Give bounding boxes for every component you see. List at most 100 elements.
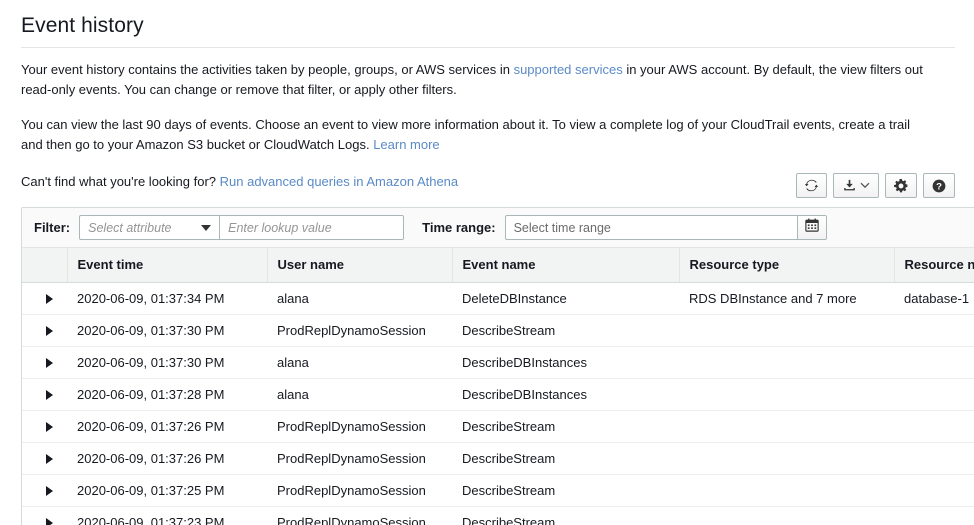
time-range-label: Time range:: [422, 220, 496, 235]
cell-event-name: DescribeStream: [452, 410, 679, 443]
cell-event-time: 2020-06-09, 01:37:30 PM: [67, 314, 267, 347]
download-button[interactable]: [833, 173, 879, 198]
cell-event-name: DescribeStream: [452, 442, 679, 475]
row-expand-cell[interactable]: [22, 314, 67, 347]
column-header-event-name[interactable]: Event name: [452, 248, 680, 283]
chevron-right-icon[interactable]: [46, 454, 53, 465]
supported-services-link[interactable]: supported services: [514, 62, 623, 77]
page-title: Event history: [21, 14, 144, 37]
cell-resource-name: [894, 410, 974, 443]
row-expand-cell[interactable]: [22, 378, 67, 411]
cell-resource-type: RDS DBInstance and 7 more: [679, 282, 894, 315]
row-expand-cell[interactable]: [22, 506, 67, 525]
cell-resource-name: [894, 378, 974, 411]
svg-text:?: ?: [936, 181, 942, 192]
column-header-resource-name[interactable]: Resource name: [894, 248, 974, 283]
cell-user-name: ProdReplDynamoSession: [267, 442, 452, 475]
table-row[interactable]: 2020-06-09, 01:37:26 PM ProdReplDynamoSes…: [22, 442, 974, 475]
cell-event-time: 2020-06-09, 01:37:26 PM: [67, 442, 267, 475]
lookup-value-input[interactable]: [219, 215, 405, 240]
cell-user-name: alana: [267, 346, 452, 379]
table-header-row: Event time User name Event name Resource…: [22, 248, 974, 283]
row-expand-cell[interactable]: [22, 346, 67, 379]
cell-user-name: ProdReplDynamoSession: [267, 474, 452, 507]
question-mark-icon: ?: [932, 179, 946, 193]
chevron-right-icon[interactable]: [46, 518, 53, 525]
events-panel: Filter: Select attribute Time range:: [21, 207, 974, 525]
refresh-icon: [805, 179, 818, 192]
cell-user-name: alana: [267, 378, 452, 411]
table-row[interactable]: 2020-06-09, 01:37:30 PM ProdReplDynamoSes…: [22, 314, 974, 347]
column-header-resource-type[interactable]: Resource type: [679, 248, 895, 283]
athena-queries-link[interactable]: Run advanced queries in Amazon Athena: [220, 174, 459, 189]
intro-p2-text-before: You can view the last 90 days of events.…: [21, 117, 911, 152]
chevron-right-icon[interactable]: [46, 294, 53, 305]
cell-event-name: DescribeStream: [452, 474, 679, 507]
cell-event-time: 2020-06-09, 01:37:30 PM: [67, 346, 267, 379]
cell-resource-name: [894, 442, 974, 475]
chevron-right-icon[interactable]: [46, 422, 53, 433]
cell-resource-name: database-1: [894, 282, 974, 315]
attribute-select-placeholder: Select attribute: [88, 220, 172, 235]
cell-event-name: DescribeStream: [452, 506, 679, 525]
intro-section: Your event history contains the activiti…: [0, 48, 974, 192]
column-header-toggle: [22, 248, 68, 283]
cell-event-time: 2020-06-09, 01:37:23 PM: [67, 506, 267, 525]
cell-event-time: 2020-06-09, 01:37:26 PM: [67, 410, 267, 443]
table-row[interactable]: 2020-06-09, 01:37:23 PM ProdReplDynamoSes…: [22, 506, 974, 525]
event-history-page: Event history Your event history contain…: [0, 0, 974, 525]
cell-event-name: DeleteDBInstance: [452, 282, 679, 315]
cell-user-name: alana: [267, 282, 452, 315]
chevron-right-icon[interactable]: [46, 358, 53, 369]
table-row[interactable]: 2020-06-09, 01:37:28 PM alana DescribeDBIn…: [22, 378, 974, 411]
table-row[interactable]: 2020-06-09, 01:37:34 PM alana DeleteDBInst…: [22, 282, 974, 315]
events-table: Event time User name Event name Resource…: [22, 248, 974, 525]
row-expand-cell[interactable]: [22, 410, 67, 443]
cell-resource-type: [679, 314, 894, 347]
chevron-down-icon: [201, 224, 212, 231]
cell-event-time: 2020-06-09, 01:37:28 PM: [67, 378, 267, 411]
cell-event-time: 2020-06-09, 01:37:25 PM: [67, 474, 267, 507]
intro-p1-text-before: Your event history contains the activiti…: [21, 62, 514, 77]
column-header-user-name[interactable]: User name: [267, 248, 453, 283]
intro-p3-text-before: Can't find what you're looking for?: [21, 174, 220, 189]
chevron-right-icon[interactable]: [46, 326, 53, 337]
cell-user-name: ProdReplDynamoSession: [267, 410, 452, 443]
row-expand-cell[interactable]: [22, 474, 67, 507]
events-table-body: 2020-06-09, 01:37:34 PM alana DeleteDBInst…: [22, 282, 974, 525]
cell-resource-type: [679, 378, 894, 411]
gear-icon: [894, 178, 908, 193]
calendar-icon: [804, 218, 819, 237]
cell-user-name: ProdReplDynamoSession: [267, 314, 452, 347]
time-range-input[interactable]: [504, 215, 797, 240]
row-expand-cell[interactable]: [22, 282, 67, 315]
table-row[interactable]: 2020-06-09, 01:37:25 PM ProdReplDynamoSes…: [22, 474, 974, 507]
filter-label: Filter:: [34, 220, 71, 235]
intro-paragraph-1: Your event history contains the activiti…: [21, 48, 931, 100]
cell-resource-type: [679, 506, 894, 525]
row-expand-cell[interactable]: [22, 442, 67, 475]
refresh-button[interactable]: [796, 173, 827, 198]
cell-resource-type: [679, 474, 894, 507]
filter-bar: Filter: Select attribute Time range:: [22, 208, 974, 248]
cell-resource-name: [894, 346, 974, 379]
chevron-right-icon[interactable]: [46, 390, 53, 401]
table-toolbar: ?: [790, 173, 955, 198]
chevron-right-icon[interactable]: [46, 486, 53, 497]
cell-resource-type: [679, 442, 894, 475]
cell-resource-name: [894, 506, 974, 525]
help-button[interactable]: ?: [923, 173, 955, 198]
attribute-select[interactable]: Select attribute: [79, 215, 220, 240]
cell-event-name: DescribeDBInstances: [452, 346, 679, 379]
table-row[interactable]: 2020-06-09, 01:37:30 PM alana DescribeDBIn…: [22, 346, 974, 379]
cell-user-name: ProdReplDynamoSession: [267, 506, 452, 525]
intro-paragraph-2: You can view the last 90 days of events.…: [21, 100, 931, 155]
column-header-event-time[interactable]: Event time: [67, 248, 268, 283]
cell-resource-name: [894, 314, 974, 347]
learn-more-link[interactable]: Learn more: [373, 137, 439, 152]
chevron-down-icon: [860, 182, 870, 189]
settings-button[interactable]: [885, 173, 917, 198]
table-row[interactable]: 2020-06-09, 01:37:26 PM ProdReplDynamoSes…: [22, 410, 974, 443]
calendar-button[interactable]: [796, 215, 827, 240]
download-icon: [843, 179, 856, 192]
